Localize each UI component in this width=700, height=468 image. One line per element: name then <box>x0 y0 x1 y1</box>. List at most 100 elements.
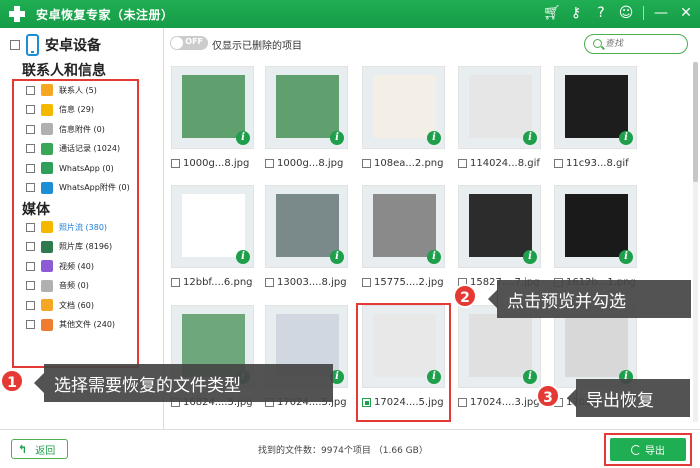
info-icon[interactable]: i <box>523 131 537 145</box>
sidebar-item-checkbox[interactable] <box>26 144 35 153</box>
sidebar-item[interactable]: 信息 (29) <box>26 102 94 118</box>
file-name-row[interactable]: 12bbf....6.png <box>171 277 253 288</box>
info-icon[interactable]: i <box>523 250 537 264</box>
sidebar-item-label: 通话记录 (1024) <box>59 144 121 153</box>
thumbnail-image <box>182 75 245 138</box>
sidebar-item[interactable]: 信息附件 (0) <box>26 121 105 137</box>
sidebar-item[interactable]: WhatsApp (0) <box>26 160 114 176</box>
chat-icon[interactable]: ☺︎ <box>618 4 634 22</box>
callout-2-text: 点击预览并勾选 <box>507 291 626 312</box>
sidebar-item-checkbox[interactable] <box>26 222 35 232</box>
back-button[interactable]: ↰ 返回 <box>11 439 68 459</box>
sidebar-item[interactable]: 其他文件 (240) <box>26 317 115 333</box>
file-checkbox[interactable] <box>458 159 467 168</box>
sidebar-item-checkbox[interactable] <box>26 105 35 114</box>
info-icon[interactable]: i <box>330 250 344 264</box>
file-checkbox[interactable] <box>265 278 274 287</box>
sidebar-item-checkbox[interactable] <box>26 124 35 134</box>
file-thumbnail[interactable]: i <box>554 66 637 149</box>
sidebar-item-checkbox[interactable] <box>26 163 35 173</box>
close-icon[interactable]: ✕ <box>678 4 694 22</box>
info-icon[interactable]: i <box>330 131 344 145</box>
selected-preview-highlight <box>356 303 451 422</box>
sidebar-item[interactable]: 照片库 (8196) <box>26 239 112 255</box>
file-thumbnail[interactable]: i <box>458 185 541 268</box>
file-name-row[interactable]: 1000g...8.jpg <box>265 158 343 169</box>
sidebar-item[interactable]: 音频 (0) <box>26 278 89 294</box>
thumbnail-image <box>373 75 436 138</box>
sidebar-item-checkbox[interactable] <box>26 242 35 251</box>
help-icon[interactable]: ? <box>593 4 609 22</box>
file-thumbnail[interactable]: i <box>171 185 254 268</box>
thumbnail-image <box>469 75 532 138</box>
sidebar-item-checkbox[interactable] <box>26 320 35 329</box>
cart-icon[interactable]: 🛒︎ <box>543 4 561 22</box>
file-name-row[interactable]: 114024...8.gif <box>458 158 540 169</box>
sidebar-item[interactable]: WhatsApp附件 (0) <box>26 180 130 196</box>
file-checkbox[interactable] <box>362 278 371 287</box>
file-name-row[interactable]: 17024....3.jpg <box>458 397 540 408</box>
file-thumbnail[interactable]: i <box>171 66 254 149</box>
info-icon[interactable]: i <box>236 131 250 145</box>
sidebar-item[interactable]: 联系人 (5) <box>26 82 97 98</box>
sidebar-item-label: 音频 (0) <box>59 281 89 290</box>
info-icon[interactable]: i <box>619 131 633 145</box>
device-checkbox[interactable] <box>10 40 20 50</box>
search-box[interactable] <box>584 34 688 54</box>
file-name-row[interactable]: 11c93...8.gif <box>554 158 629 169</box>
file-name: 12bbf....6.png <box>183 277 253 288</box>
thumbnail-image <box>276 75 339 138</box>
file-name-row[interactable]: 15775....2.jpg <box>362 277 444 288</box>
sidebar-item-checkbox[interactable] <box>26 85 35 95</box>
key-icon[interactable]: ⚷ <box>568 4 584 22</box>
file-thumbnail[interactable]: i <box>362 66 445 149</box>
file-name-row[interactable]: 1000g...8.jpg <box>171 158 249 169</box>
device-row[interactable]: 安卓设备 <box>10 34 101 56</box>
file-thumbnail[interactable]: i <box>554 185 637 268</box>
file-checkbox[interactable] <box>458 398 467 407</box>
file-checkbox[interactable] <box>554 159 563 168</box>
sidebar-item-checkbox[interactable] <box>26 300 35 310</box>
file-checkbox[interactable] <box>171 159 180 168</box>
file-name-row[interactable]: 13003....8.jpg <box>265 277 347 288</box>
deleted-only-toggle[interactable]: OFF <box>170 36 208 50</box>
scrollbar[interactable] <box>693 62 698 422</box>
info-icon[interactable]: i <box>427 250 441 264</box>
info-icon[interactable]: i <box>236 250 250 264</box>
export-button-label: 导出 <box>645 446 665 457</box>
sidebar-item[interactable]: 视频 (40) <box>26 258 94 274</box>
app-logo <box>6 3 28 25</box>
attachment-icon <box>41 123 53 135</box>
sidebar-item[interactable]: 文档 (60) <box>26 297 94 313</box>
file-thumbnail[interactable]: i <box>265 66 348 149</box>
file-checkbox[interactable] <box>362 159 371 168</box>
file-checkbox[interactable] <box>265 159 274 168</box>
deleted-only-label: 仅显示已删除的项目 <box>212 41 302 52</box>
file-name: 13003....8.jpg <box>277 277 347 288</box>
export-button[interactable]: 导出 <box>610 438 686 461</box>
file-name-row[interactable]: 108ea...2.png <box>362 158 443 169</box>
file-thumbnail[interactable]: i <box>458 66 541 149</box>
device-label: 安卓设备 <box>45 38 101 54</box>
sidebar-item-checkbox[interactable] <box>26 261 35 271</box>
minimize-icon[interactable]: — <box>653 4 669 22</box>
video-icon <box>41 260 53 272</box>
bottom-bar: ↰ 返回 找到的文件数：9974个项目 （1.66 GB） 导出 <box>0 429 700 468</box>
thumbnail-image <box>565 314 628 377</box>
file-thumbnail[interactable]: i <box>362 185 445 268</box>
sidebar-item[interactable]: 通话记录 (1024) <box>26 141 120 157</box>
file-thumbnail[interactable]: i <box>265 185 348 268</box>
sidebar-item-label: WhatsApp (0) <box>59 163 114 173</box>
sidebar-item-checkbox[interactable] <box>26 183 35 192</box>
callout-3: 导出恢复 <box>576 379 690 417</box>
info-icon[interactable]: i <box>523 370 537 384</box>
file-checkbox[interactable] <box>171 278 180 287</box>
sidebar-item-label: 文档 (60) <box>59 300 94 310</box>
sidebar-item[interactable]: 照片流 (380) <box>26 219 107 235</box>
info-icon[interactable]: i <box>427 131 441 145</box>
thumbnail-image <box>469 314 532 377</box>
scrollbar-thumb[interactable] <box>693 62 698 182</box>
search-input[interactable] <box>605 37 683 51</box>
sidebar-item-checkbox[interactable] <box>26 281 35 290</box>
info-icon[interactable]: i <box>619 250 633 264</box>
